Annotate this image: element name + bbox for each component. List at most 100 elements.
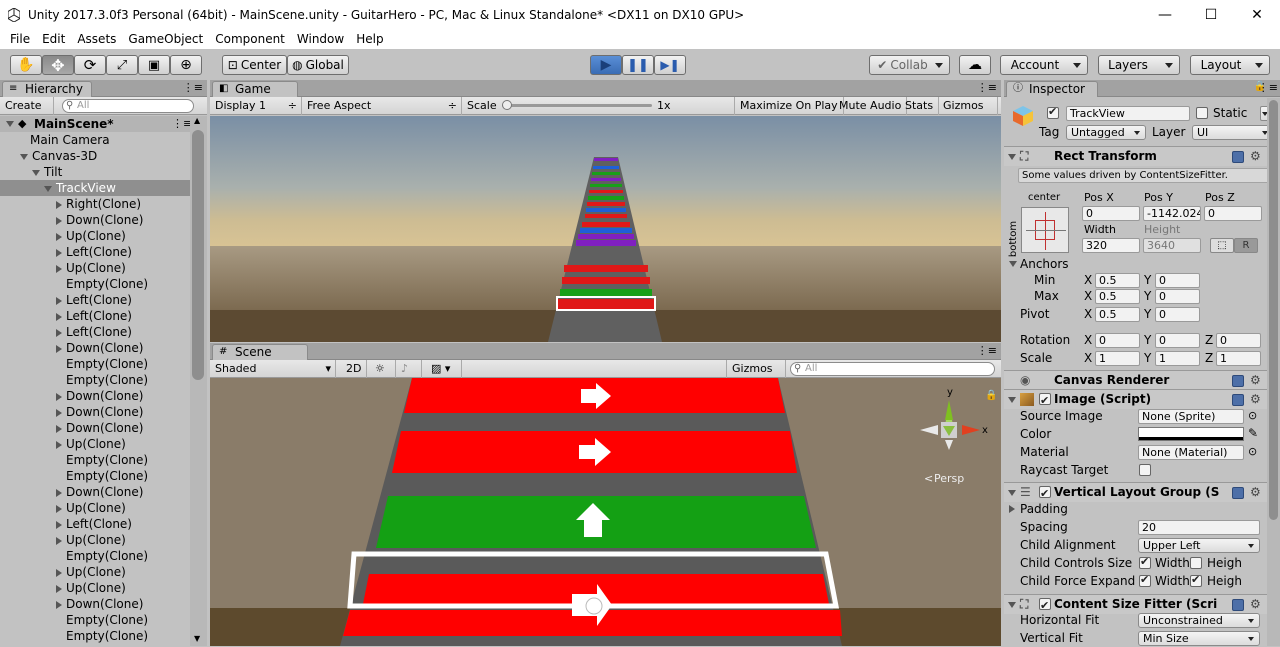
hierarchy-item[interactable]: Empty(Clone) [0,468,190,484]
collapsed-arrow-icon[interactable] [56,344,62,353]
transform-tool-button[interactable]: ⊕ [170,55,202,75]
shading-dropdown[interactable]: Shaded ▾ [210,360,336,378]
rotation-x-field[interactable]: 0 [1095,333,1140,348]
maximize-button[interactable]: ☐ [1188,0,1234,29]
anchor-preset-button[interactable] [1021,207,1069,253]
hierarchy-item[interactable]: Down(Clone) [0,596,190,612]
tag-dropdown[interactable]: Untagged [1066,125,1146,140]
vertical-fit-dropdown[interactable]: Min Size [1138,631,1260,646]
menu-assets[interactable]: Assets [71,29,122,49]
hierarchy-item[interactable]: Empty(Clone) [0,628,190,644]
menu-component[interactable]: Component [209,29,291,49]
hierarchy-item[interactable]: Up(Clone) [0,564,190,580]
image-component-header[interactable]: Image (Script) ⚙ [1004,389,1280,410]
menu-file[interactable]: File [4,29,36,49]
hierarchy-scrollbar[interactable]: ▲ ▼ [190,116,207,646]
hierarchy-search-input[interactable]: ⚲ All [62,99,194,113]
static-checkbox[interactable] [1196,107,1208,119]
hierarchy-item[interactable]: Left(Clone) [0,324,190,340]
hierarchy-item[interactable]: Left(Clone) [0,308,190,324]
collapsed-arrow-icon[interactable] [56,392,62,401]
expanded-arrow-icon[interactable] [32,169,40,176]
tab-hierarchy[interactable]: ≡ Hierarchy [2,81,92,97]
collapsed-arrow-icon[interactable] [56,536,62,545]
rotation-z-field[interactable]: 0 [1216,333,1261,348]
hierarchy-item[interactable]: Up(Clone) [0,580,190,596]
help-icon[interactable] [1232,394,1244,406]
pivot-y-field[interactable]: 0 [1155,307,1200,322]
menu-gameobject[interactable]: GameObject [122,29,209,49]
hierarchy-item[interactable]: Up(Clone) [0,436,190,452]
inspector-scrollbar[interactable] [1267,98,1280,646]
lock-icon[interactable]: 🔒 [985,389,997,401]
settings-cog-icon[interactable]: ⚙ [1250,486,1262,498]
hierarchy-item[interactable]: Down(Clone) [0,420,190,436]
mute-audio-toggle[interactable]: Mute Audio [834,97,908,115]
hierarchy-item[interactable]: Up(Clone) [0,228,190,244]
collapsed-arrow-icon[interactable] [56,232,62,241]
collapsed-arrow-icon[interactable] [56,568,62,577]
hierarchy-item[interactable]: Down(Clone) [0,340,190,356]
collapsed-arrow-icon[interactable] [56,424,62,433]
scene-search-input[interactable]: ⚲ All [790,362,995,376]
pivot-x-field[interactable]: 0.5 [1095,307,1140,322]
anchor-max-x-field[interactable]: 0.5 [1095,289,1140,304]
csf-expand-icon[interactable] [1008,602,1016,608]
game-gizmos-dropdown[interactable]: Gizmos ▾ [938,97,998,129]
close-button[interactable]: ✕ [1234,0,1280,29]
hierarchy-item[interactable]: Empty(Clone) [0,548,190,564]
expand-height-checkbox[interactable] [1190,573,1202,587]
collapsed-arrow-icon[interactable] [56,264,62,273]
material-field[interactable]: None (Material) [1138,445,1244,460]
menu-edit[interactable]: Edit [36,29,71,49]
hierarchy-item[interactable]: Empty(Clone) [0,276,190,292]
hierarchy-item[interactable]: Down(Clone) [0,404,190,420]
rotate-tool-button[interactable]: ⟳ [74,55,106,75]
hierarchy-item[interactable]: Empty(Clone) [0,612,190,628]
collapsed-arrow-icon[interactable] [56,600,62,609]
inspector-scroll-thumb[interactable] [1269,100,1278,520]
audio-toggle[interactable]: ♪ [396,360,422,378]
collapsed-arrow-icon[interactable] [56,200,62,209]
move-tool-button[interactable]: ✥ [42,55,74,75]
panel-menu-icon[interactable]: ⋮≡ [183,81,203,94]
pause-button[interactable]: ❚❚ [622,55,654,75]
blueprint-mode-button[interactable]: ⬚ [1210,238,1234,253]
layout-dropdown[interactable]: Layout [1190,55,1270,75]
rotation-y-field[interactable]: 0 [1155,333,1200,348]
hierarchy-item[interactable]: Tilt [0,164,190,180]
panel-menu-icon[interactable]: ⋮≡ [977,344,997,357]
rect-tool-button[interactable]: ▣ [138,55,170,75]
rect-transform-expand-icon[interactable] [1008,154,1016,160]
pivot-toggle[interactable]: ⊡ Center [222,55,287,75]
layers-dropdown[interactable]: Layers [1098,55,1180,75]
maximize-on-play-toggle[interactable]: Maximize On Play [734,97,844,115]
raw-edit-button[interactable]: R [1234,238,1258,253]
controls-width-checkbox[interactable] [1139,555,1151,569]
image-expand-icon[interactable] [1008,397,1016,403]
account-dropdown[interactable]: Account [1000,55,1088,75]
canvas-renderer-header[interactable]: ◉ Canvas Renderer ⚙ [1004,370,1280,390]
rect-transform-header[interactable]: ⛶ Rect Transform ⚙ [1004,146,1280,166]
effects-dropdown[interactable]: ▨ ▾ [426,360,462,378]
hierarchy-item[interactable]: Up(Clone) [0,532,190,548]
collapsed-arrow-icon[interactable] [56,520,62,529]
expanded-arrow-icon[interactable] [44,185,52,192]
settings-cog-icon[interactable]: ⚙ [1250,150,1262,162]
eyedropper-icon[interactable]: ✎ [1248,426,1258,440]
collapsed-arrow-icon[interactable] [56,328,62,337]
vlg-expand-icon[interactable] [1008,490,1016,496]
horizontal-fit-dropdown[interactable]: Unconstrained [1138,613,1260,628]
pos-x-field[interactable]: 0 [1082,206,1140,221]
anchor-min-x-field[interactable]: 0.5 [1095,273,1140,288]
stats-toggle[interactable]: Stats [900,97,940,115]
scene-header-row[interactable]: ◆ MainScene* ⋮≡ [0,116,192,132]
expand-width-checkbox[interactable] [1139,573,1151,587]
object-picker-icon[interactable]: ⊙ [1248,409,1257,422]
hierarchy-item[interactable]: Canvas-3D [0,148,190,164]
help-icon[interactable] [1232,487,1244,499]
hierarchy-item[interactable]: Empty(Clone) [0,356,190,372]
help-icon[interactable] [1232,375,1244,387]
minimize-button[interactable]: — [1142,0,1188,29]
settings-cog-icon[interactable]: ⚙ [1250,598,1262,610]
